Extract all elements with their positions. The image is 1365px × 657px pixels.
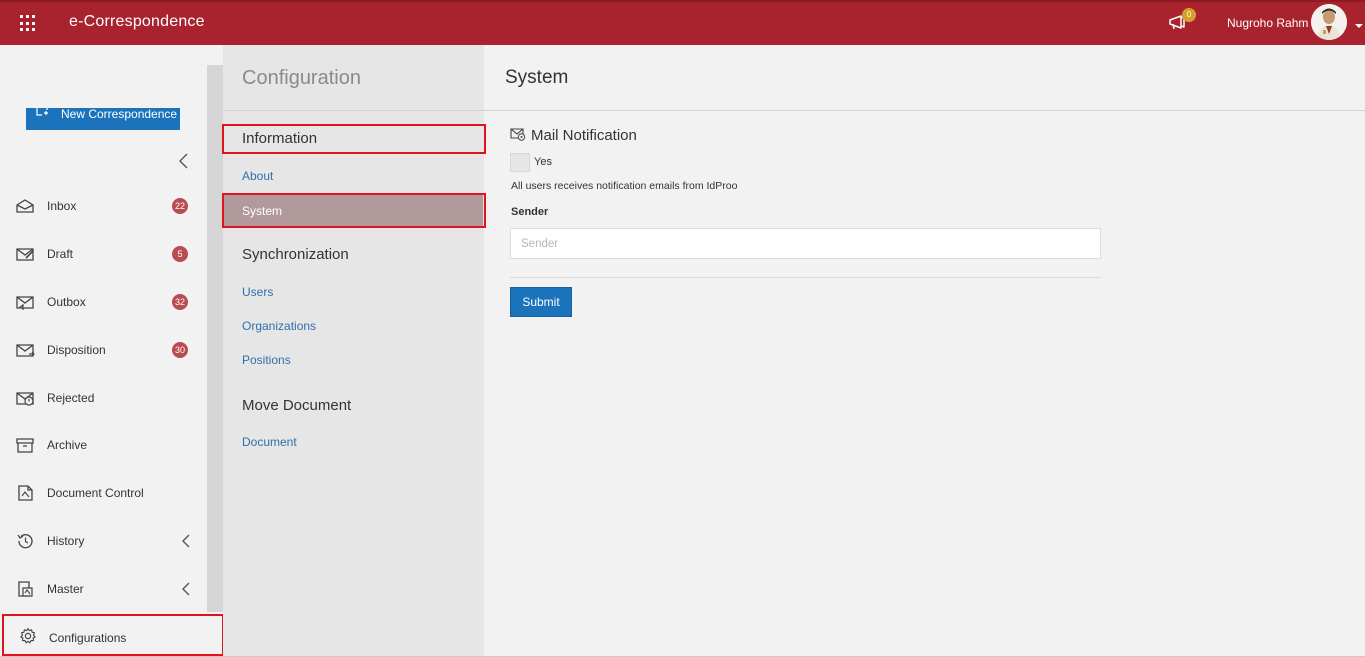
sidebar-item-document-control[interactable]: Document Control — [0, 473, 207, 513]
notification-badge: 0 — [1182, 8, 1196, 22]
mail-notification-checkbox[interactable] — [510, 153, 530, 172]
sidebar-item-label: History — [47, 534, 85, 548]
master-chevron-left-icon[interactable] — [180, 581, 192, 597]
config-link-users[interactable]: Users — [242, 285, 273, 299]
new-correspondence-button[interactable]: New Correspondence — [26, 108, 180, 130]
submit-button[interactable]: Submit — [510, 287, 572, 317]
gear-icon — [20, 627, 36, 644]
sidebar-scrollbar[interactable] — [207, 65, 223, 612]
checkbox-label: Yes — [534, 156, 552, 168]
outbox-icon — [16, 296, 34, 310]
sidebar-item-label: Rejected — [47, 391, 95, 405]
mail-notification-description: All users receives notification emails f… — [511, 180, 738, 192]
sidebar-item-history[interactable]: History — [0, 521, 207, 561]
history-chevron-left-icon[interactable] — [180, 533, 192, 549]
sender-input[interactable] — [510, 228, 1101, 259]
sidebar-item-outbox[interactable]: Outbox 32 — [0, 282, 207, 322]
user-avatar[interactable] — [1311, 4, 1347, 40]
rejected-icon — [16, 392, 34, 406]
sidebar-item-label: Outbox — [47, 295, 86, 309]
sidebar-item-master[interactable]: Master — [0, 569, 207, 609]
inbox-count-badge: 22 — [172, 198, 189, 214]
master-icon — [18, 581, 33, 597]
sidebar-item-label: Master — [47, 582, 84, 596]
history-icon — [17, 534, 33, 549]
new-correspondence-label: New Correspondence — [61, 108, 178, 121]
config-link-organizations[interactable]: Organizations — [242, 319, 316, 333]
sidebar-item-label: Draft — [47, 247, 74, 261]
disposition-icon — [16, 344, 35, 357]
page-title: System — [505, 67, 569, 88]
disposition-count-badge: 30 — [172, 342, 189, 358]
app-grid-icon[interactable] — [20, 15, 37, 32]
inbox-icon — [16, 199, 34, 213]
configuration-title: Configuration — [242, 67, 361, 89]
system-highlight-box — [222, 193, 486, 228]
sidebar-item-label: Configurations — [49, 631, 127, 645]
sidebar-item-disposition[interactable]: Disposition 30 — [0, 330, 207, 370]
section-heading-synchronization: Synchronization — [242, 246, 349, 263]
draft-count-badge: 5 — [172, 246, 188, 262]
mail-settings-icon — [510, 128, 526, 141]
user-name[interactable]: Nugroho Rahm — [1227, 16, 1308, 30]
divider — [510, 277, 1101, 278]
mail-notification-title: Mail Notification — [531, 127, 637, 144]
archive-icon — [16, 438, 34, 453]
collapse-sidebar-chevron-icon[interactable] — [177, 153, 191, 169]
sidebar-item-rejected[interactable]: Rejected — [0, 378, 207, 418]
sidebar-item-label: Document Control — [47, 486, 144, 500]
section-heading-move-document: Move Document — [242, 397, 352, 414]
document-control-icon — [18, 485, 33, 501]
sidebar-item-draft[interactable]: Draft 5 — [0, 234, 207, 274]
outbox-count-badge: 32 — [172, 294, 189, 310]
information-highlight-box — [222, 124, 486, 154]
config-link-about[interactable]: About — [242, 169, 273, 183]
sidebar-item-label: Inbox — [47, 199, 77, 213]
sidebar-item-configurations[interactable]: Configurations — [2, 614, 224, 656]
config-link-positions[interactable]: Positions — [242, 353, 291, 367]
sidebar-item-label: Archive — [47, 438, 88, 452]
user-menu-caret[interactable] — [1355, 24, 1363, 28]
sidebar-item-inbox[interactable]: Inbox 22 — [0, 186, 207, 226]
sidebar-item-label: Disposition — [47, 343, 106, 357]
draft-icon — [16, 248, 34, 261]
top-bar: e-Correspondence — [0, 0, 1365, 45]
config-link-document[interactable]: Document — [242, 435, 297, 449]
divider — [223, 110, 484, 111]
new-document-icon — [36, 108, 48, 116]
sender-label: Sender — [511, 206, 549, 218]
divider — [484, 110, 1365, 111]
sidebar-item-archive[interactable]: Archive — [0, 425, 207, 465]
app-title[interactable]: e-Correspondence — [69, 13, 205, 31]
